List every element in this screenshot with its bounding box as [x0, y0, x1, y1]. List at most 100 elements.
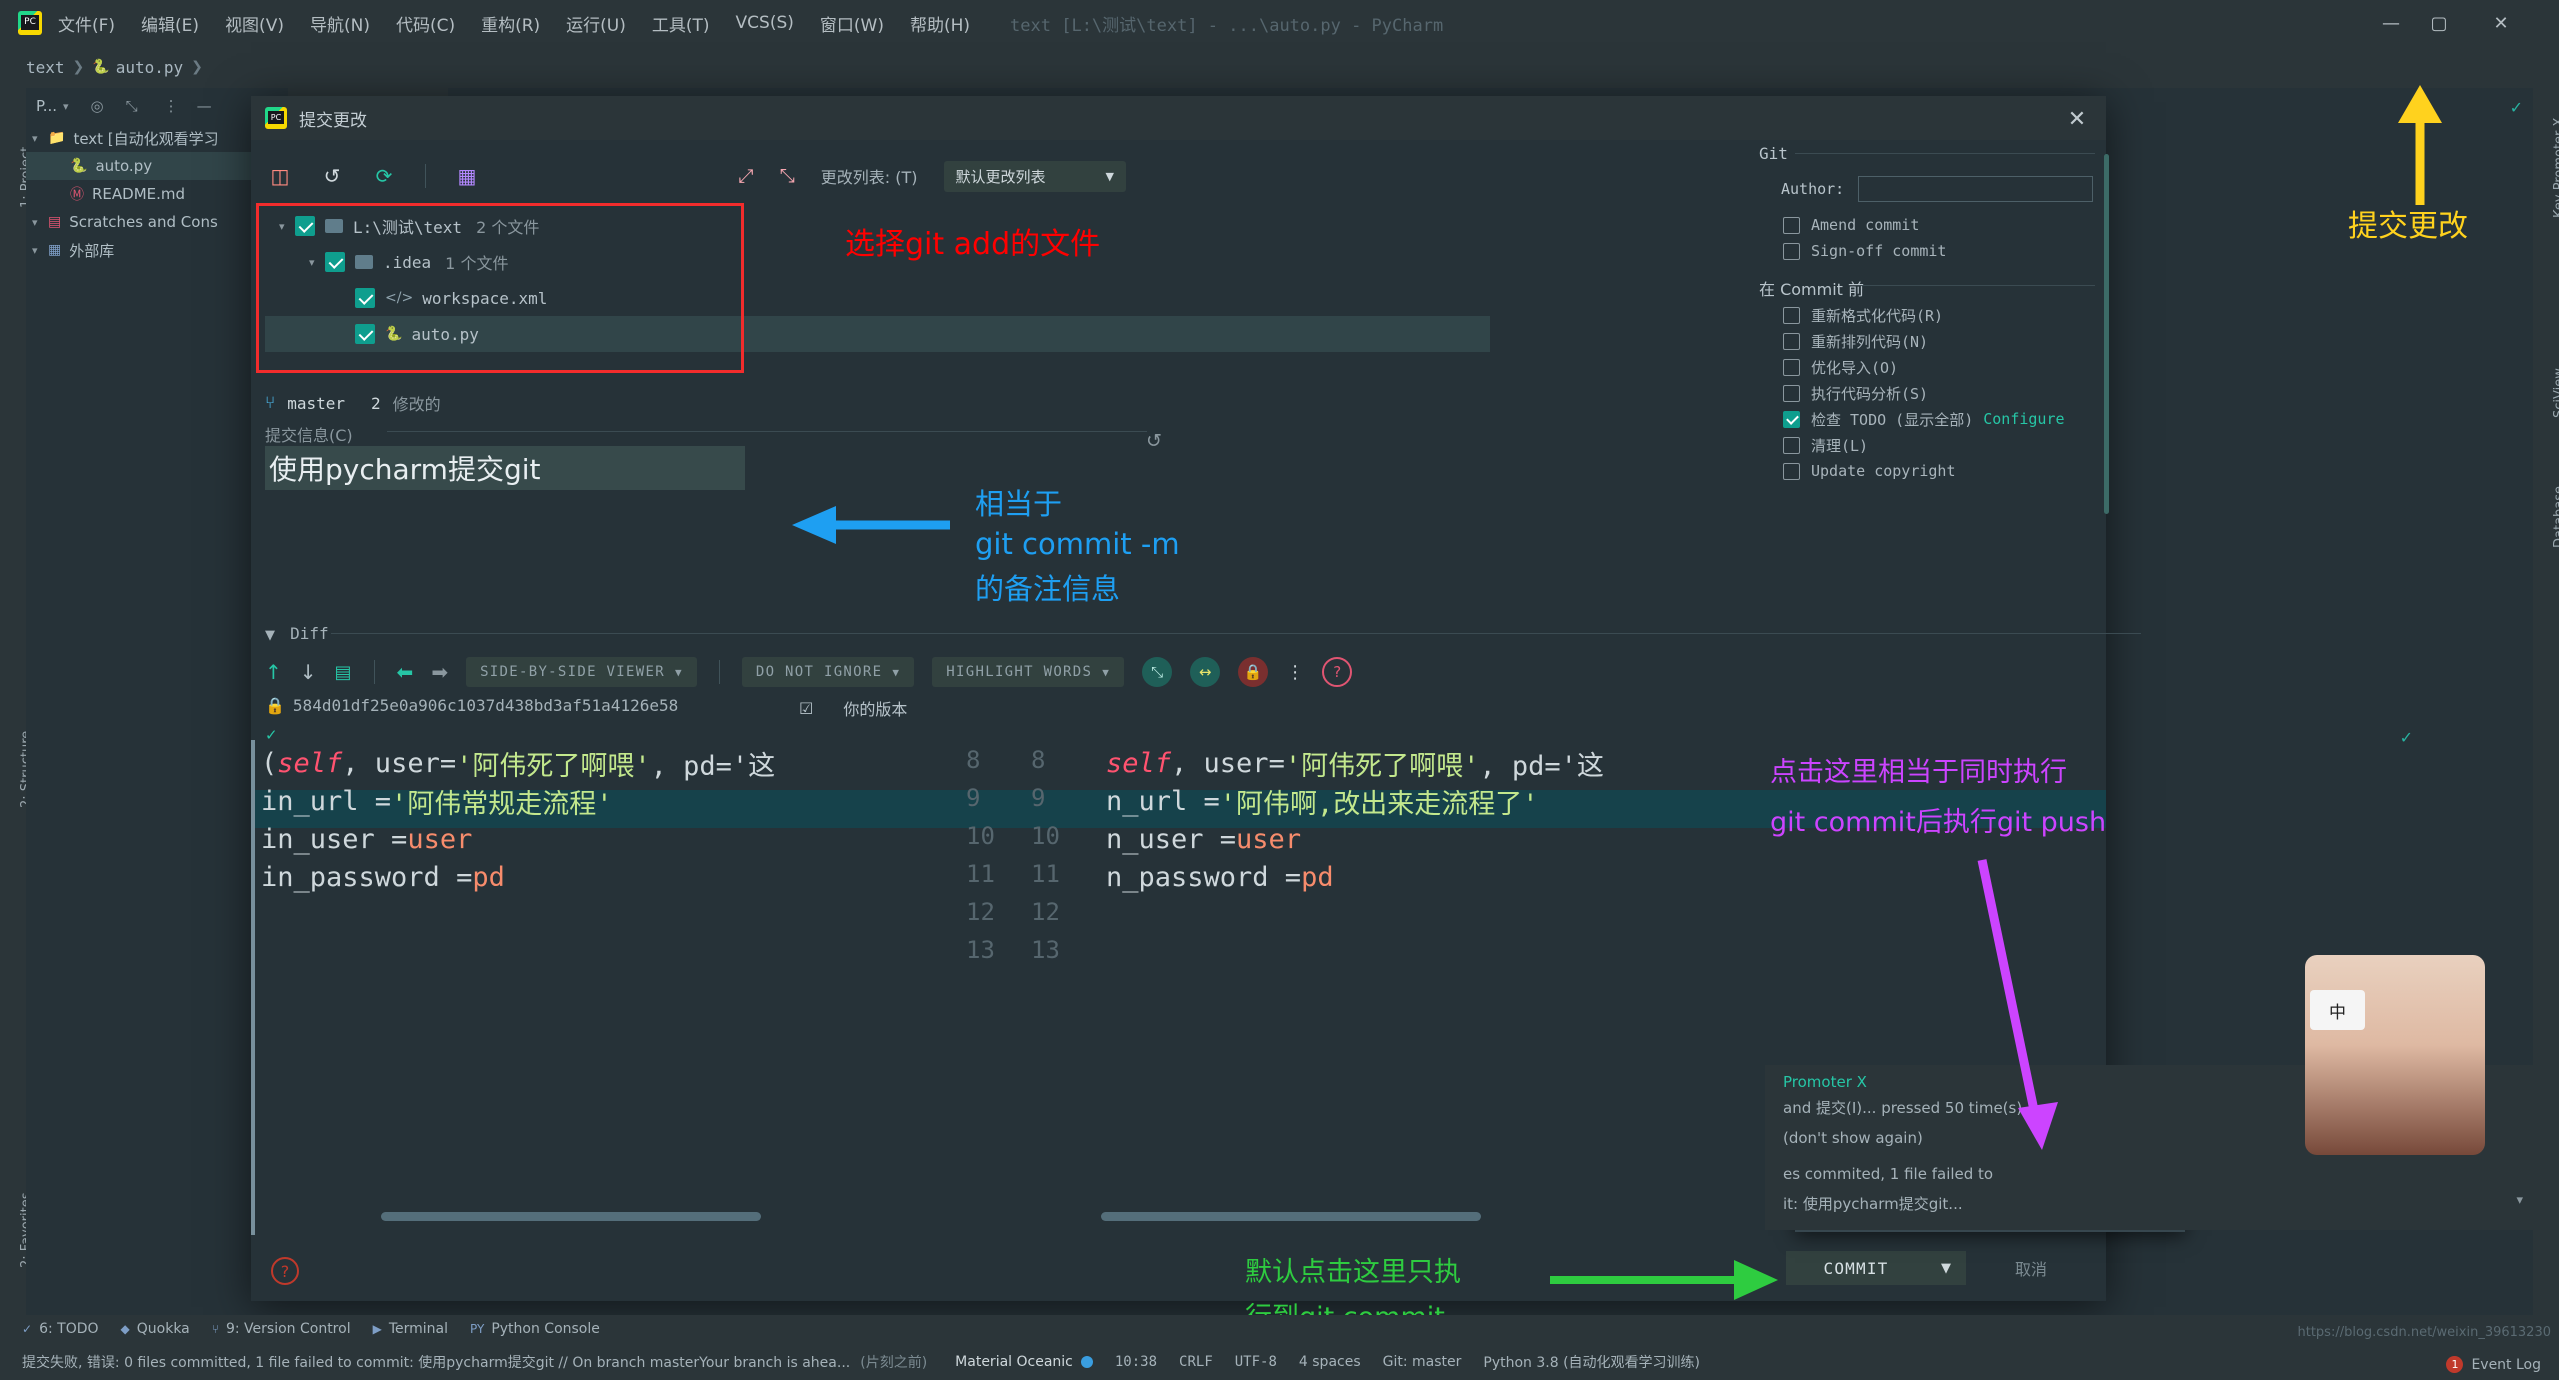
menu-8[interactable]: VCS(S) — [736, 13, 794, 33]
menu-4[interactable]: 代码(C) — [396, 11, 455, 36]
menu-2[interactable]: 视图(V) — [225, 11, 284, 36]
chevron-down-icon[interactable]: ▾ — [63, 100, 69, 113]
dialog-help-button[interactable]: ? — [271, 1257, 299, 1285]
status-line-ending[interactable]: CRLF — [1179, 1354, 1213, 1370]
changelist-dropdown[interactable]: 默认更改列表 ▼ — [944, 161, 1126, 192]
commit-button[interactable]: COMMIT — [1786, 1251, 1926, 1285]
chevron-icon[interactable]: ▾ — [32, 244, 48, 257]
bottom-tab-3[interactable]: ▶Terminal — [373, 1321, 448, 1337]
minimize-button[interactable]: — — [2367, 0, 2415, 46]
ignore-mode-dropdown[interactable]: DO NOT IGNORE ▼ — [742, 657, 914, 687]
checkbox[interactable] — [1783, 385, 1800, 402]
sidebar-item-sciview[interactable]: SciView — [2552, 368, 2559, 418]
refresh-icon[interactable]: ⟳ — [369, 161, 399, 191]
cancel-button[interactable]: 取消 — [1976, 1251, 2086, 1285]
expand-icon[interactable]: ⤢ — [738, 165, 753, 187]
file-checkbox[interactable] — [355, 324, 375, 344]
status-git-branch[interactable]: Git: master — [1383, 1354, 1462, 1370]
before-check-6[interactable]: Update copyright — [1783, 458, 2065, 484]
maximize-button[interactable]: ▢ — [2415, 0, 2463, 46]
help-icon[interactable]: ? — [1322, 657, 1352, 687]
group-by-icon[interactable]: ▦ — [452, 161, 482, 191]
history-icon[interactable]: ↺ — [317, 161, 347, 191]
menu-9[interactable]: 窗口(W) — [820, 11, 884, 36]
menu-7[interactable]: 工具(T) — [652, 11, 710, 36]
collapse-icon[interactable]: ⤡ — [780, 165, 795, 187]
status-indent[interactable]: 4 spaces — [1299, 1354, 1361, 1370]
status-encoding[interactable]: UTF-8 — [1235, 1354, 1277, 1370]
notification-line-2[interactable]: (don't show again) — [1783, 1129, 1923, 1147]
dialog-close-button[interactable]: ✕ — [2064, 106, 2090, 132]
breadcrumb-project[interactable]: text — [26, 58, 65, 77]
before-check-3[interactable]: 执行代码分析(S) — [1783, 380, 2065, 406]
chevron-icon[interactable]: ▾ — [32, 132, 48, 145]
before-check-0[interactable]: 重新格式化代码(R) — [1783, 302, 2065, 328]
sidebar-item-key-promoter[interactable]: Key Promoter X — [2552, 118, 2559, 218]
before-check-2[interactable]: 优化导入(O) — [1783, 354, 2065, 380]
commit-dropdown-arrow[interactable]: ▼ — [1926, 1251, 1966, 1285]
chevron-icon[interactable]: ▾ — [32, 216, 48, 229]
event-log-button[interactable]: 1 Event Log — [2446, 1356, 2541, 1373]
git-check-1[interactable]: Sign-off commit — [1783, 238, 1946, 264]
collapse-unchanged-icon[interactable]: ⤡ — [1142, 657, 1172, 687]
notification-collapse-icon[interactable]: ▾ — [2516, 1193, 2523, 1208]
collapse-all-icon[interactable]: ⤡ — [126, 97, 138, 115]
menu-0[interactable]: 文件(F) — [58, 11, 115, 36]
menu-10[interactable]: 帮助(H) — [910, 11, 970, 36]
checkbox[interactable] — [1783, 243, 1800, 260]
chevron-icon[interactable]: ▾ — [279, 220, 295, 233]
more-options-icon[interactable]: ⋮ — [1286, 662, 1304, 683]
viewer-mode-dropdown[interactable]: SIDE-BY-SIDE VIEWER ▼ — [466, 657, 697, 687]
menu-1[interactable]: 编辑(E) — [141, 11, 199, 36]
arrow-right-icon[interactable]: ➡ — [431, 660, 448, 684]
checkbox[interactable] — [1783, 411, 1800, 428]
close-window-button[interactable]: ✕ — [2477, 0, 2525, 46]
locate-icon[interactable]: ◎ — [91, 97, 104, 115]
bottom-tab-0[interactable]: ✓6: TODO — [22, 1321, 99, 1337]
project-tree-item-4[interactable]: ▾▦外部库 — [26, 236, 288, 264]
git-pane-scrollbar[interactable] — [2104, 154, 2109, 514]
git-check-0[interactable]: Amend commit — [1783, 212, 1946, 238]
project-tree-item-2[interactable]: ⓂREADME.md — [26, 180, 288, 208]
commit-file-row-2[interactable]: </>workspace.xml — [265, 280, 1490, 316]
before-check-4[interactable]: 检查 TODO (显示全部)Configure — [1783, 406, 2065, 432]
bottom-tab-1[interactable]: ◆Quokka — [121, 1321, 190, 1337]
arrow-left-icon[interactable]: ⬅ — [397, 660, 414, 684]
checkbox[interactable] — [1783, 437, 1800, 454]
hide-icon[interactable]: — — [197, 97, 212, 115]
left-horizontal-scrollbar[interactable] — [381, 1212, 761, 1221]
arrow-up-icon[interactable]: ↑ — [265, 660, 282, 684]
commit-file-row-3[interactable]: 🐍auto.py — [265, 316, 1490, 352]
lock-icon[interactable]: 🔒 — [1238, 657, 1268, 687]
menu-6[interactable]: 运行(U) — [566, 11, 626, 36]
message-history-icon[interactable]: ↺ — [1146, 430, 1162, 452]
highlight-mode-dropdown[interactable]: HIGHLIGHT WORDS ▼ — [932, 657, 1124, 687]
configure-link[interactable]: Configure — [1983, 410, 2064, 428]
before-check-5[interactable]: 清理(L) — [1783, 432, 2065, 458]
menu-5[interactable]: 重构(R) — [481, 11, 540, 36]
project-tree-item-3[interactable]: ▾▤Scratches and Cons — [26, 208, 288, 236]
rollback-icon[interactable]: ◫ — [265, 161, 295, 191]
author-input[interactable] — [1858, 176, 2093, 202]
chevron-icon[interactable]: ▾ — [309, 256, 325, 269]
file-checkbox[interactable] — [325, 252, 345, 272]
file-checkbox[interactable] — [355, 288, 375, 308]
expand-width-icon[interactable]: ↔ — [1190, 657, 1220, 687]
diff-file-icon[interactable]: ▤ — [335, 662, 352, 683]
checkbox[interactable] — [1783, 359, 1800, 376]
arrow-down-icon[interactable]: ↓ — [300, 660, 317, 684]
checkbox[interactable] — [1783, 217, 1800, 234]
diff-section-header[interactable]: ▼ Diff — [265, 624, 329, 643]
project-tree-item-1[interactable]: 🐍auto.py — [26, 152, 288, 180]
menu-3[interactable]: 导航(N) — [310, 11, 370, 36]
inspection-widget-icon[interactable]: ✓ — [2510, 98, 2523, 117]
file-checkbox[interactable] — [295, 216, 315, 236]
options-icon[interactable]: ⋮ — [164, 97, 179, 115]
sidebar-item-database[interactable]: Database — [2552, 486, 2559, 548]
status-python-interpreter[interactable]: Python 3.8 (自动化观看学习训练) — [1483, 1352, 1700, 1372]
right-horizontal-scrollbar[interactable] — [1101, 1212, 1481, 1221]
checkbox[interactable] — [1783, 307, 1800, 324]
status-theme[interactable]: Material Oceanic — [955, 1354, 1073, 1370]
checkbox[interactable] — [1783, 333, 1800, 350]
bottom-tab-2[interactable]: ⑂9: Version Control — [212, 1321, 351, 1337]
